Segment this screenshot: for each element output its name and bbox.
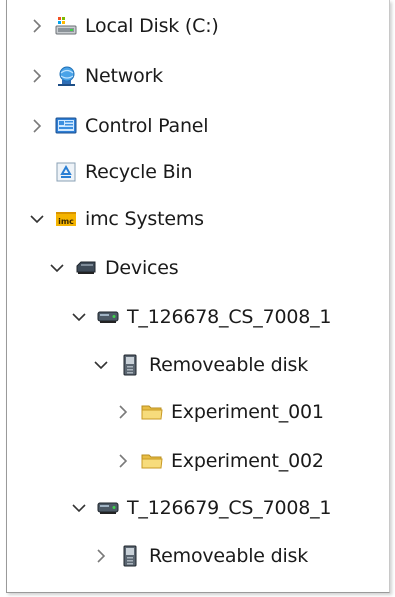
- devices-icon: [75, 257, 97, 279]
- local-disk-icon: [55, 15, 77, 37]
- chevron-down-icon[interactable]: [71, 309, 87, 325]
- chevron-down-icon[interactable]: [93, 357, 109, 373]
- tree-item-imc-systems[interactable]: imc imc Systems: [7, 197, 389, 241]
- removable-disk-icon: [119, 545, 141, 567]
- navigation-tree-pane: Local Disk (C:) Network Control Panel Re…: [6, 0, 390, 593]
- tree-item-label: Devices: [105, 257, 179, 279]
- chevron-right-icon[interactable]: [115, 453, 131, 469]
- tree-item-removable-disk-2[interactable]: Removeable disk: [7, 534, 389, 578]
- chevron-down-icon[interactable]: [71, 500, 87, 516]
- imc-icon: imc: [55, 208, 77, 230]
- tree-item-label: Control Panel: [85, 115, 209, 137]
- folder-icon: [141, 401, 163, 423]
- recycle-bin-icon: [55, 161, 77, 183]
- tree-item-label: Experiment_002: [171, 450, 324, 472]
- chevron-right-icon[interactable]: [115, 404, 131, 420]
- tree-item-label: Local Disk (C:): [85, 15, 219, 37]
- tree-item-label: imc Systems: [85, 208, 204, 230]
- tree-item-label: T_126679_CS_7008_1: [127, 497, 332, 519]
- network-icon: [55, 65, 77, 87]
- tree-item-device-t126678[interactable]: T_126678_CS_7008_1: [7, 295, 389, 339]
- tree-item-device-t126679[interactable]: T_126679_CS_7008_1: [7, 486, 389, 530]
- chevron-right-icon[interactable]: [29, 18, 45, 34]
- tree-item-label: Removeable disk: [149, 545, 309, 567]
- tree-item-experiment-002[interactable]: Experiment_002: [7, 439, 389, 483]
- device-icon: [97, 497, 119, 519]
- device-icon: [97, 306, 119, 328]
- tree-item-label: Removeable disk: [149, 354, 309, 376]
- removable-disk-icon: [119, 354, 141, 376]
- chevron-right-icon[interactable]: [93, 548, 109, 564]
- folder-icon: [141, 450, 163, 472]
- tree-item-label: Network: [85, 65, 163, 87]
- tree-item-removable-disk[interactable]: Removeable disk: [7, 343, 389, 387]
- chevron-down-icon[interactable]: [49, 260, 65, 276]
- tree-item-local-disk[interactable]: Local Disk (C:): [7, 4, 389, 48]
- tree-item-experiment-001[interactable]: Experiment_001: [7, 390, 389, 434]
- chevron-right-icon[interactable]: [29, 68, 45, 84]
- svg-text:imc: imc: [58, 217, 74, 226]
- tree-item-devices[interactable]: Devices: [7, 246, 389, 290]
- control-panel-icon: [55, 115, 77, 137]
- tree-item-network[interactable]: Network: [7, 54, 389, 98]
- tree-item-control-panel[interactable]: Control Panel: [7, 104, 389, 148]
- tree-item-label: Recycle Bin: [85, 161, 193, 183]
- chevron-down-icon[interactable]: [29, 211, 45, 227]
- tree-item-label: T_126678_CS_7008_1: [127, 306, 332, 328]
- tree-item-label: Experiment_001: [171, 401, 324, 423]
- chevron-right-icon[interactable]: [29, 118, 45, 134]
- tree-item-recycle-bin[interactable]: Recycle Bin: [7, 150, 389, 194]
